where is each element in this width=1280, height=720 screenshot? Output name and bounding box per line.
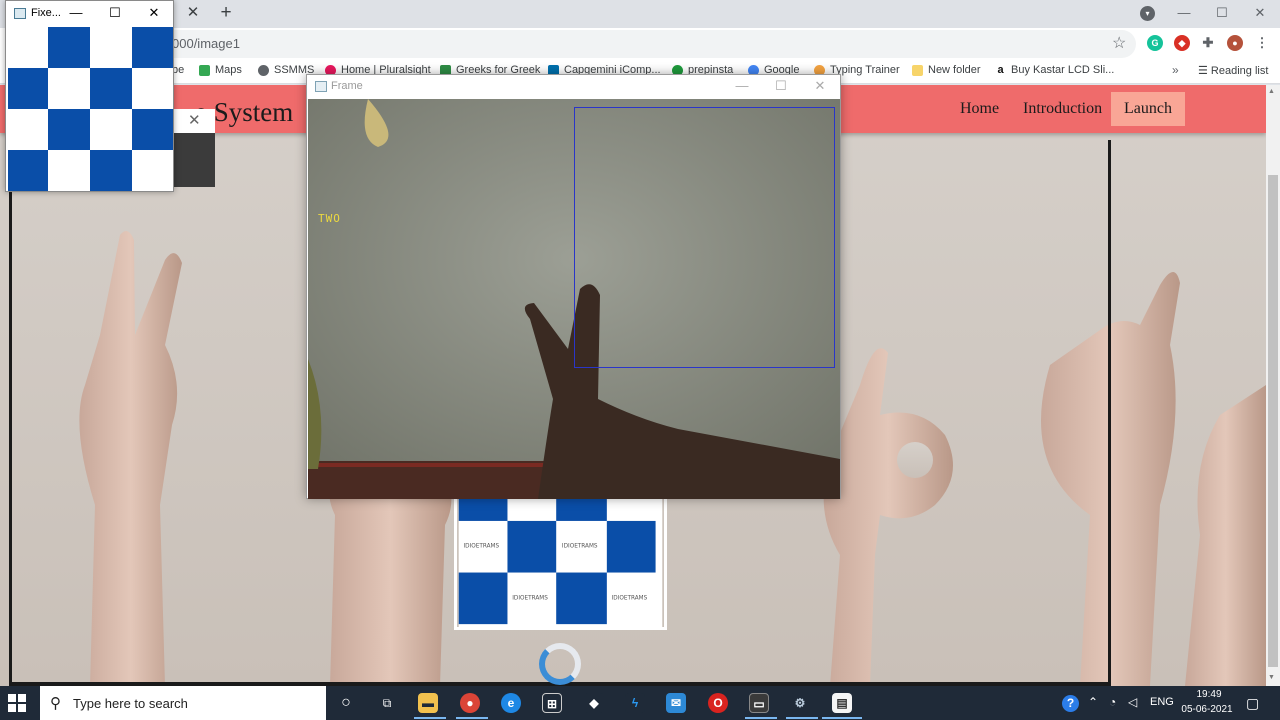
notifications-icon[interactable]: ▢ — [1246, 695, 1259, 712]
roi-box — [574, 107, 835, 368]
running-indicator — [745, 717, 777, 719]
fixed-frame-image — [8, 27, 173, 191]
video-feed-image: IDIOETRAMS IDIOETRAMS IDIOETRAMS IDIOETR… — [454, 495, 667, 630]
fixed-window-titlebar[interactable]: Fixe... — ☐ ✕ — [6, 1, 173, 27]
nav-home-link[interactable]: Home — [947, 92, 1012, 126]
bookmark-star-icon[interactable]: ☆ — [1112, 33, 1126, 53]
reading-list-label: Reading list — [1210, 65, 1269, 77]
help-icon[interactable]: ? — [1062, 695, 1079, 712]
popup-close-icon[interactable]: ✕ — [188, 111, 201, 129]
network-icon[interactable]: ◔ — [1109, 695, 1116, 709]
close-browser-icon[interactable]: ✕ — [1246, 2, 1274, 24]
frame-window-titlebar[interactable]: Frame — ☐ ✕ — [307, 75, 840, 99]
fixed-maximize-icon[interactable]: ☐ — [101, 2, 129, 24]
store-icon[interactable]: ⊞ — [542, 693, 562, 713]
scroll-down-arrow-icon[interactable]: ▼ — [1268, 674, 1275, 681]
reading-list-icon: ☰ — [1198, 65, 1211, 77]
tray-chevron-icon[interactable]: ⌃ — [1088, 695, 1098, 709]
svg-text:IDIOETRAMS: IDIOETRAMS — [612, 595, 648, 601]
adblock-extension-icon[interactable]: ◆ — [1174, 35, 1190, 51]
new-tab-button[interactable]: + — [216, 3, 236, 23]
bookmark-label: Buy Kastar LCD Sli... — [1011, 64, 1115, 76]
windows-start-icon[interactable] — [8, 694, 26, 712]
opera-icon[interactable]: O — [708, 693, 728, 713]
taskbar-search-box[interactable]: ⚲ Type here to search — [40, 686, 326, 720]
globe-icon — [258, 64, 269, 76]
chrome-menu-icon[interactable]: ⋮ — [1254, 35, 1270, 51]
bookmark-item[interactable]: New folder — [912, 64, 981, 76]
window-app-icon — [315, 81, 327, 92]
mail-icon[interactable]: ✉ — [666, 693, 686, 713]
clock-time[interactable]: 19:49 — [1189, 689, 1229, 700]
close-tab-icon[interactable]: ✕ — [184, 4, 202, 22]
python-icon[interactable]: ⚙ — [790, 693, 810, 713]
bookmarks-overflow-button[interactable]: » — [1172, 63, 1179, 77]
svg-text:IDIOETRAMS: IDIOETRAMS — [464, 544, 500, 550]
dropbox-icon[interactable]: ◆ — [584, 693, 604, 713]
grammarly-extension-icon[interactable]: G — [1147, 35, 1163, 51]
nav-introduction-link[interactable]: Introduction — [1010, 92, 1115, 126]
clock-date[interactable]: 05-06-2021 — [1179, 704, 1235, 715]
fixed-minimize-icon[interactable]: — — [62, 2, 90, 24]
frame-window-title: Frame — [331, 80, 363, 92]
scrollbar-thumb[interactable] — [1268, 175, 1278, 667]
notepad-icon[interactable]: ▤ — [832, 693, 852, 713]
running-indicator — [822, 717, 862, 719]
svg-text:IDIOETRAMS: IDIOETRAMS — [562, 544, 598, 550]
search-icon: ⚲ — [50, 695, 61, 712]
terminal-icon[interactable]: ▭ — [749, 693, 769, 713]
maps-icon — [199, 64, 210, 76]
browser-toolbar: 000/image1 ☆ G ◆ ✚ ● ⋮ — [0, 28, 1280, 60]
bookmark-label: Maps — [215, 64, 242, 76]
amazon-icon: a — [995, 64, 1006, 76]
address-bar[interactable] — [120, 30, 1136, 58]
search-placeholder: Type here to search — [73, 696, 188, 711]
fixed-window: Fixe... — ☐ ✕ — [5, 0, 174, 192]
cortana-icon[interactable]: ○ — [336, 693, 356, 713]
file-explorer-icon[interactable]: ▬ — [418, 693, 438, 713]
vscode-icon[interactable]: ϟ — [625, 693, 645, 713]
scroll-up-arrow-icon[interactable]: ▲ — [1268, 88, 1275, 95]
tab-strip: ✕ + ▾ — ☐ ✕ — [0, 0, 1280, 28]
folder-icon — [912, 64, 923, 76]
volume-icon[interactable]: ◁ — [1128, 695, 1137, 709]
frame-window: Frame — ☐ ✕ TWO — [306, 74, 841, 499]
minimize-browser-icon[interactable]: — — [1170, 2, 1198, 24]
edge-icon[interactable]: e — [501, 693, 521, 713]
maximize-browser-icon[interactable]: ☐ — [1208, 2, 1236, 24]
fixed-close-icon[interactable]: ✕ — [140, 2, 168, 24]
bookmark-item[interactable]: a Buy Kastar LCD Sli... — [995, 64, 1114, 76]
input-language[interactable]: ENG — [1150, 696, 1174, 708]
content-frame-border — [9, 140, 12, 686]
frame-close-icon[interactable]: ✕ — [806, 75, 834, 97]
tab-search-icon[interactable]: ▾ — [1140, 6, 1155, 21]
webcam-feed: TWO — [308, 99, 840, 499]
frame-maximize-icon[interactable]: ☐ — [767, 75, 795, 97]
windows-taskbar: ⚲ Type here to search ○ ⧉ ▬ ● e ⊞ ◆ ϟ ✉ … — [0, 686, 1280, 720]
nav-launch-link[interactable]: Launch — [1111, 92, 1185, 126]
url-text[interactable]: 000/image1 — [172, 36, 240, 51]
task-view-icon[interactable]: ⧉ — [377, 693, 397, 713]
loading-spinner — [539, 643, 581, 685]
chrome-icon[interactable]: ● — [460, 693, 480, 713]
frame-minimize-icon[interactable]: — — [728, 75, 756, 97]
svg-text:IDIOETRAMS: IDIOETRAMS — [512, 595, 548, 601]
fixed-window-title: Fixe... — [31, 7, 61, 19]
bookmark-item[interactable]: Maps — [199, 64, 242, 76]
running-indicator — [786, 717, 818, 719]
reading-list-button[interactable]: ☰ Reading list — [1198, 64, 1268, 77]
bookmark-label: New folder — [928, 64, 981, 76]
running-indicator — [414, 717, 446, 719]
content-frame-border — [1108, 140, 1111, 686]
window-app-icon — [14, 8, 26, 19]
gesture-prediction-label: TWO — [318, 212, 341, 225]
profile-avatar[interactable]: ● — [1227, 35, 1243, 51]
running-indicator — [456, 717, 488, 719]
extensions-puzzle-icon[interactable]: ✚ — [1200, 35, 1216, 51]
